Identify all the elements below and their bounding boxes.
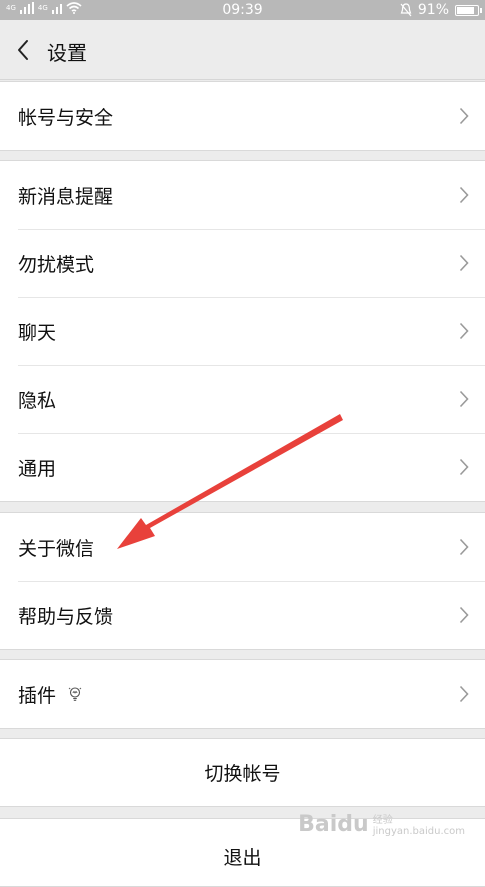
settings-group-main: 新消息提醒 勿扰模式 聊天 隐私 通用	[0, 160, 485, 502]
chevron-right-icon	[459, 322, 469, 340]
watermark-sub1: 经验	[372, 815, 393, 826]
mute-bell-icon	[400, 3, 412, 17]
battery-fill	[457, 6, 475, 14]
chevron-right-icon	[459, 606, 469, 624]
switch-account-button[interactable]: 切换帐号	[0, 738, 485, 807]
settings-item-general[interactable]: 通用	[0, 433, 485, 501]
switch-account-label: 切换帐号	[204, 763, 281, 785]
settings-group-account: 帐号与安全	[0, 81, 485, 151]
chevron-right-icon	[459, 538, 469, 556]
back-button[interactable]	[8, 34, 38, 66]
settings-item-new-message-alerts[interactable]: 新消息提醒	[0, 161, 485, 229]
settings-item-label: 新消息提醒	[18, 185, 114, 208]
settings-item-label: 关于微信	[18, 537, 95, 560]
watermark-sub2: jingyan.baidu.com	[372, 826, 465, 837]
status-right: 91%	[400, 2, 482, 18]
settings-item-do-not-disturb[interactable]: 勿扰模式	[0, 229, 485, 297]
status-bar: 4G 4G 09:39 91%	[0, 0, 485, 20]
settings-item-label: 插件	[18, 684, 57, 707]
settings-item-plugins[interactable]: 插件	[0, 660, 485, 728]
watermark-sub: 经验 jingyan.baidu.com	[373, 815, 465, 837]
chevron-right-icon	[459, 685, 469, 703]
baidu-watermark: Baidu 经验 jingyan.baidu.com	[298, 812, 465, 837]
nav-bar: 设置	[0, 20, 485, 80]
settings-group-plugins: 插件	[0, 659, 485, 729]
chevron-right-icon	[459, 186, 469, 204]
settings-item-label: 隐私	[18, 389, 57, 412]
watermark-brand: Baidu	[298, 812, 369, 837]
settings-group-about: 关于微信 帮助与反馈	[0, 512, 485, 650]
settings-item-label: 聊天	[18, 321, 57, 344]
battery-icon	[455, 4, 482, 16]
lightbulb-icon	[68, 687, 82, 701]
chevron-right-icon	[459, 107, 469, 125]
chevron-right-icon	[459, 458, 469, 476]
chevron-right-icon	[459, 254, 469, 272]
settings-item-about-wechat[interactable]: 关于微信	[0, 513, 485, 581]
settings-item-label: 通用	[18, 457, 57, 480]
settings-item-privacy[interactable]: 隐私	[0, 365, 485, 433]
settings-item-help-feedback[interactable]: 帮助与反馈	[0, 581, 485, 649]
settings-item-account-security[interactable]: 帐号与安全	[0, 82, 485, 150]
settings-item-label: 帮助与反馈	[18, 605, 114, 628]
settings-item-label: 勿扰模式	[18, 253, 95, 276]
page-title: 设置	[47, 41, 87, 65]
settings-item-label: 帐号与安全	[18, 106, 114, 129]
chevron-right-icon	[459, 390, 469, 408]
chevron-left-icon	[18, 40, 28, 60]
settings-item-chat[interactable]: 聊天	[0, 297, 485, 365]
battery-percent: 91%	[417, 2, 449, 18]
logout-label: 退出	[223, 847, 262, 869]
